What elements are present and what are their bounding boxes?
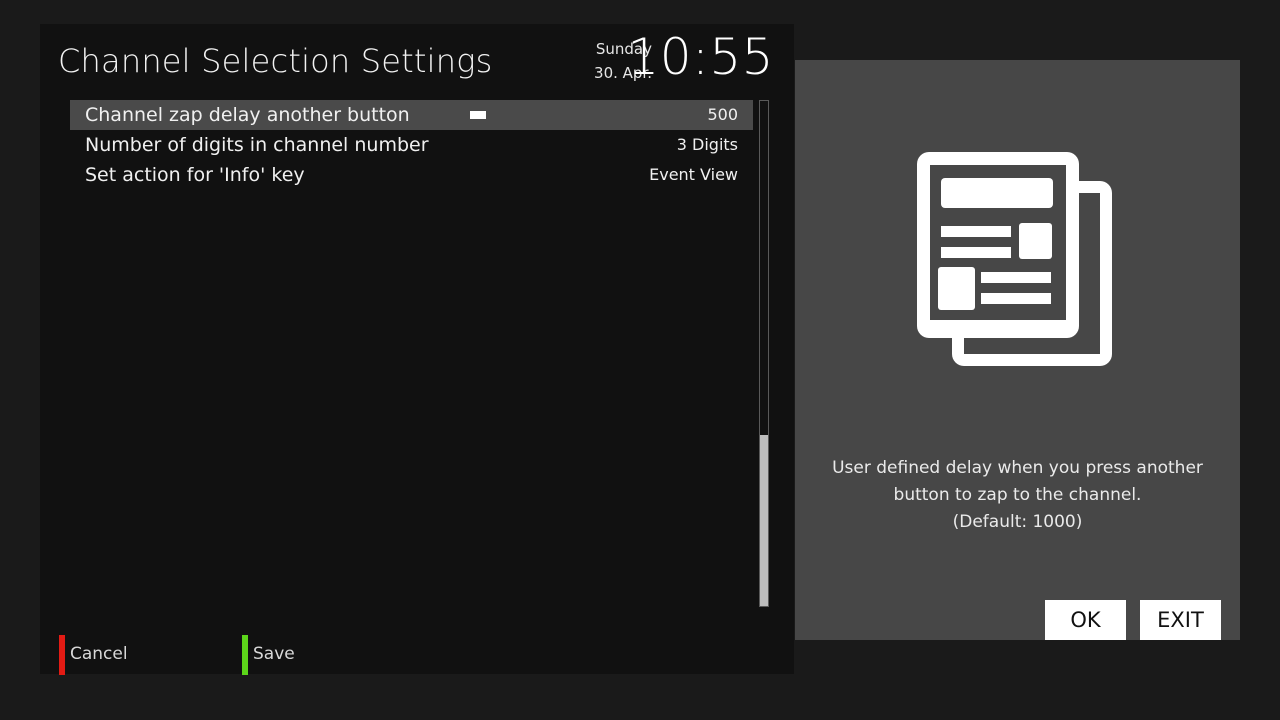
help-line: User defined delay when you press anothe… xyxy=(832,458,1203,478)
settings-list: Channel zap delay another button 500 Num… xyxy=(70,100,753,190)
setting-value: 3 Digits xyxy=(676,135,738,154)
green-key-indicator xyxy=(242,635,248,675)
scrollbar[interactable] xyxy=(759,100,769,607)
cancel-label: Cancel xyxy=(70,644,128,664)
setting-row-info-key[interactable]: Set action for 'Info' key Event View xyxy=(70,160,753,190)
setting-row-channel-digits[interactable]: Number of digits in channel number 3 Dig… xyxy=(70,130,753,160)
help-default: (Default: 1000) xyxy=(952,512,1083,532)
setting-row-zap-delay[interactable]: Channel zap delay another button 500 xyxy=(70,100,753,130)
screen: Channel Selection Settings Sunday 30. Ap… xyxy=(0,0,1280,720)
slider-knob[interactable] xyxy=(470,111,486,119)
scrollbar-thumb[interactable] xyxy=(760,435,768,606)
page-title: Channel Selection Settings xyxy=(58,42,493,80)
save-label: Save xyxy=(253,644,295,664)
setting-value: 500 xyxy=(707,105,738,124)
red-key-indicator xyxy=(59,635,65,675)
exit-button[interactable]: EXIT xyxy=(1140,600,1221,640)
setting-label: Channel zap delay another button xyxy=(85,104,410,126)
setting-label: Set action for 'Info' key xyxy=(85,164,305,186)
help-text: User defined delay when you press anothe… xyxy=(815,455,1220,536)
help-line: button to zap to the channel. xyxy=(893,485,1142,505)
settings-panel: Channel Selection Settings Sunday 30. Ap… xyxy=(40,24,794,675)
setting-value: Event View xyxy=(649,165,738,184)
setting-label: Number of digits in channel number xyxy=(85,134,429,156)
help-panel: User defined delay when you press anothe… xyxy=(795,60,1240,640)
clock: 10:55 xyxy=(627,28,774,86)
news-document-icon xyxy=(917,152,1112,366)
ok-button[interactable]: OK xyxy=(1045,600,1126,640)
